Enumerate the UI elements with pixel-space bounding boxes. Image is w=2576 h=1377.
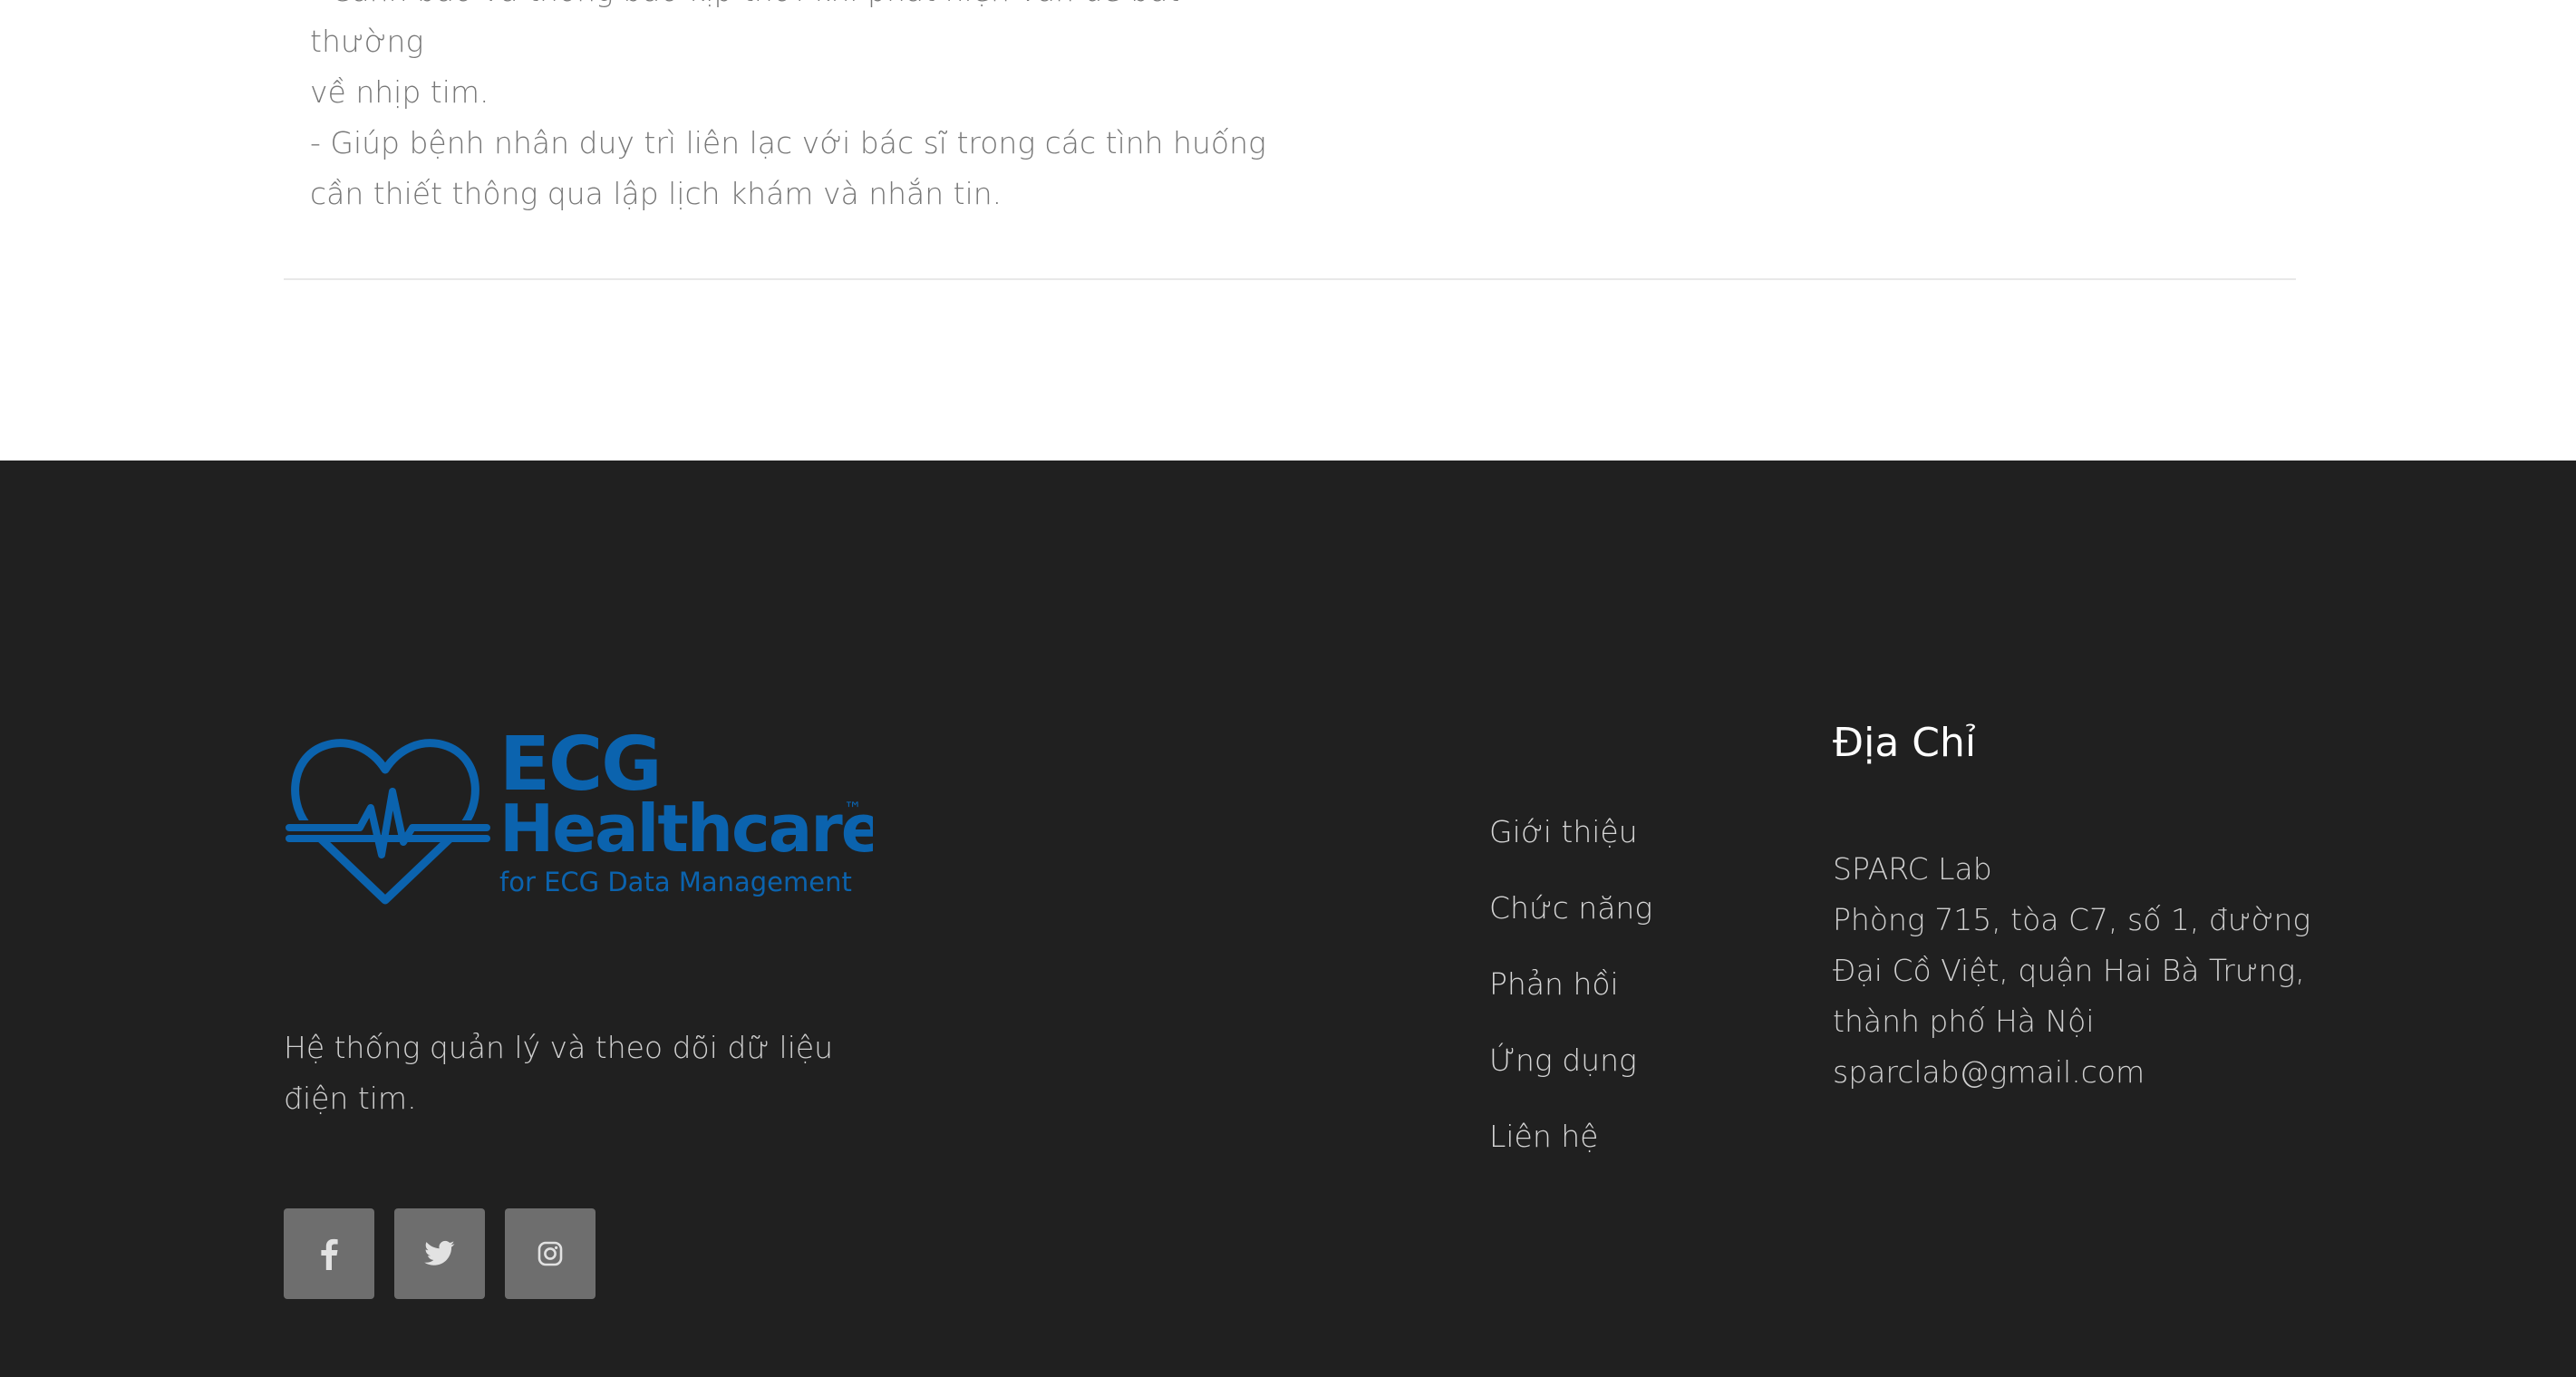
address-heading: Địa Chỉ	[1833, 720, 1977, 766]
feature-line: - Cảnh báo và thông báo kịp thời khi phá…	[310, 0, 1179, 59]
section-divider	[284, 278, 2296, 280]
footer-link-features[interactable]: Chức năng	[1489, 870, 1652, 946]
footer-link-about[interactable]: Giới thiệu	[1489, 794, 1652, 870]
social-links	[284, 1208, 596, 1299]
instagram-button[interactable]	[505, 1208, 596, 1299]
site-footer: ECG Healthcare ™ for ECG Data Management…	[0, 461, 2576, 1377]
footer-tagline: Hệ thống quản lý và theo dõi dữ liệu điệ…	[284, 1030, 834, 1116]
address-block: SPARC Lab Phòng 715, tòa C7, số 1, đường…	[1833, 844, 2340, 1098]
feature-list: - Cảnh báo và thông báo kịp thời khi phá…	[310, 0, 1271, 219]
address-line: Phòng 715, tòa C7, số 1, đường	[1833, 902, 2311, 937]
footer-link-app[interactable]: Ứng dụng	[1489, 1023, 1652, 1099]
features-section: - Cảnh báo và thông báo kịp thời khi phá…	[0, 0, 2576, 461]
address-line: Đại Cồ Việt, quận Hai Bà Trưng,	[1833, 953, 2305, 988]
address-line: thành phố Hà Nội	[1833, 1004, 2095, 1039]
twitter-button[interactable]	[394, 1208, 485, 1299]
footer-nav: Giới thiệu Chức năng Phản hồi Ứng dụng L…	[1489, 794, 1652, 1175]
footer-link-contact[interactable]: Liên hệ	[1489, 1099, 1652, 1175]
logo-trademark: ™	[844, 798, 862, 819]
address-org: SPARC Lab	[1833, 851, 1992, 887]
feature-line: cần thiết thông qua lập lịch khám và nhắ…	[310, 176, 1002, 211]
instagram-icon	[537, 1241, 563, 1266]
footer-link-feedback[interactable]: Phản hồi	[1489, 946, 1652, 1023]
feature-line: - Giúp bệnh nhân duy trì liên lạc với bá…	[310, 125, 1266, 160]
logo-title-line-2: Healthcare	[499, 790, 873, 867]
logo-subtitle: for ECG Data Management	[499, 867, 852, 897]
logo-graphic: ECG Healthcare ™ for ECG Data Management	[286, 722, 873, 905]
feature-line: về nhịp tim.	[310, 74, 489, 110]
ecg-healthcare-logo[interactable]: ECG Healthcare ™ for ECG Data Management	[284, 719, 873, 918]
facebook-icon	[321, 1238, 338, 1270]
twitter-icon	[424, 1240, 455, 1265]
facebook-button[interactable]	[284, 1208, 374, 1299]
address-email[interactable]: sparclab@gmail.com	[1833, 1047, 2340, 1098]
